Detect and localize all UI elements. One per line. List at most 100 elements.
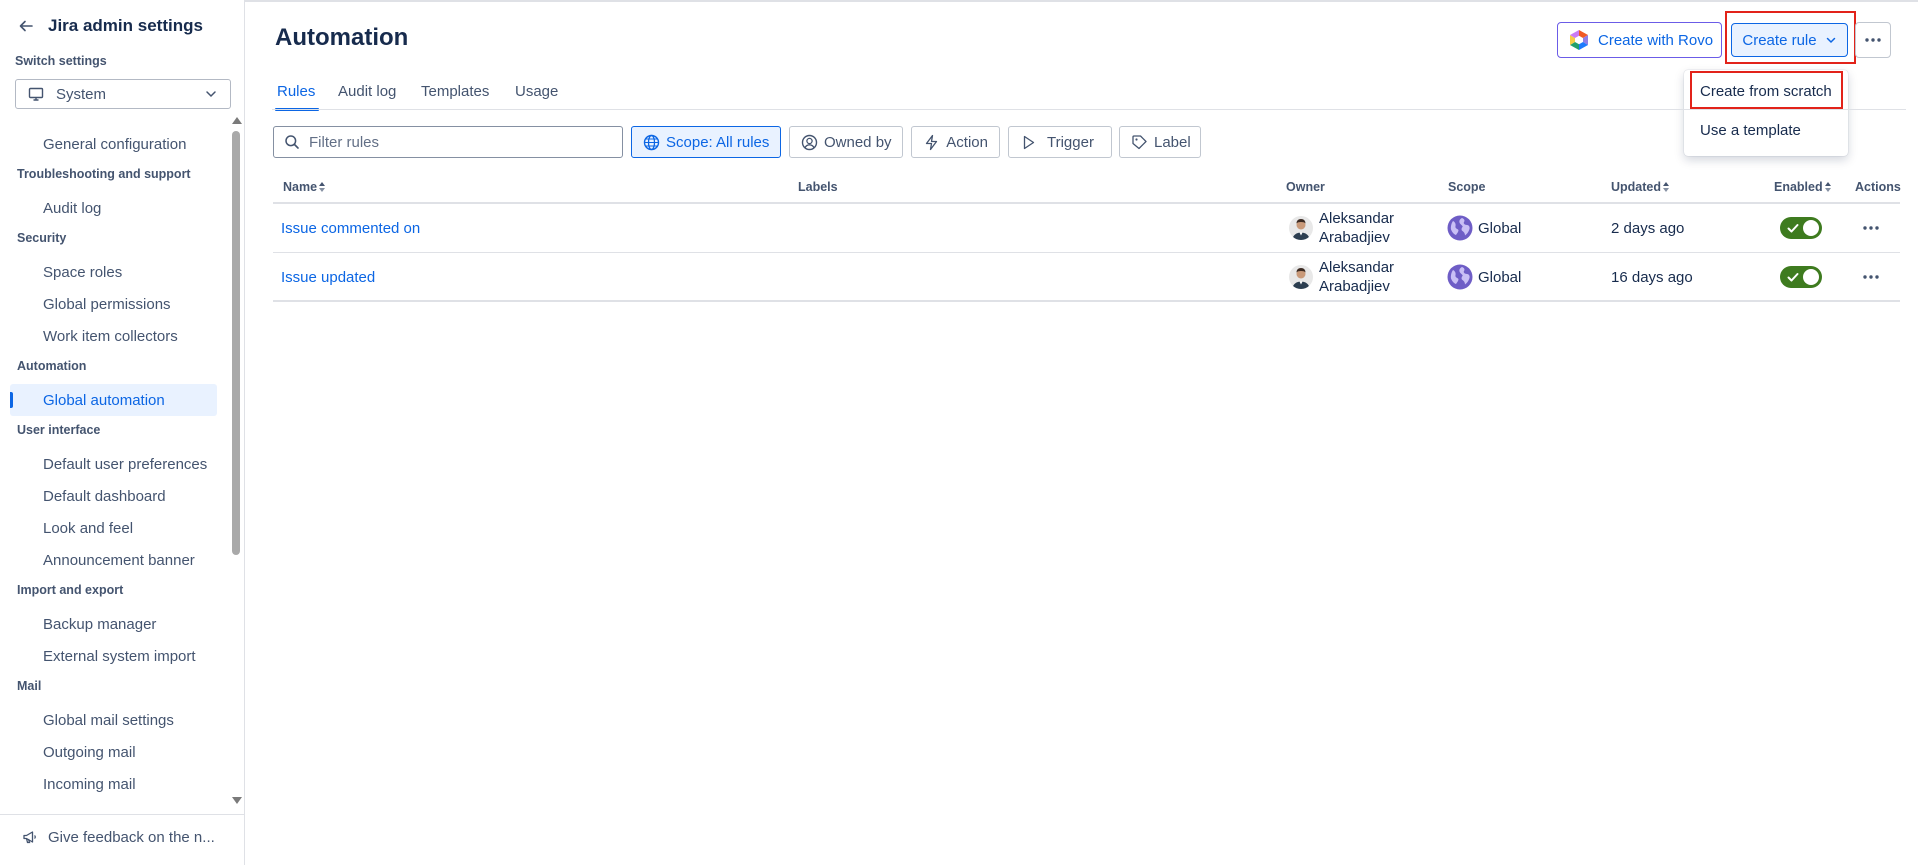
chevron-down-icon [1826,37,1835,44]
more-icon [1865,38,1881,42]
toggle-knob [1803,220,1819,236]
globe-scope-icon [1447,215,1473,241]
filter-rules-field[interactable] [273,126,623,158]
column-header-enabled[interactable]: Enabled [1774,180,1831,194]
more-actions-button[interactable] [1855,22,1891,58]
owned-by-filter-label: Owned by [824,133,892,151]
tabs-divider [272,109,1906,110]
tab-templates[interactable]: Templates [421,83,489,111]
create-with-rovo-label: Create with Rovo [1598,31,1714,49]
check-icon [1787,273,1799,282]
play-icon [1020,133,1038,151]
sidebar-section-security: Security [17,231,67,245]
filter-rules-input[interactable] [309,133,609,151]
trigger-filter-button[interactable]: Trigger [1008,126,1112,158]
rovo-icon [1570,30,1588,50]
column-header-scope: Scope [1448,180,1486,194]
column-header-labels: Labels [798,180,838,194]
sidebar-item-global-automation[interactable]: Global automation [10,384,217,416]
rule-name-link[interactable]: Issue commented on [281,220,420,237]
column-header-name[interactable]: Name [283,180,326,194]
enabled-toggle[interactable] [1780,266,1822,288]
sidebar-item-announcement-banner[interactable]: Announcement banner [10,544,217,576]
sidebar-item-space-roles[interactable]: Space roles [10,256,217,288]
switch-settings-label: Switch settings [15,54,107,68]
action-filter-label: Action [946,133,988,151]
scope-filter-button[interactable]: Scope: All rules [631,126,781,158]
sidebar-item-audit-log[interactable]: Audit log [10,192,217,224]
action-filter-button[interactable]: Action [911,126,1000,158]
sidebar-item-incoming-mail[interactable]: Incoming mail [10,768,217,800]
sidebar-item-global-mail-settings[interactable]: Global mail settings [10,704,217,736]
create-with-rovo-button[interactable]: Create with Rovo [1557,22,1722,58]
scroll-down-arrow[interactable] [232,797,242,804]
create-rule-button[interactable]: Create rule [1731,23,1848,57]
label-filter-label: Label [1154,133,1191,151]
sidebar-section-import-export: Import and export [17,583,124,597]
sidebar-scrollbar[interactable] [231,117,242,807]
owned-by-filter-button[interactable]: Owned by [789,126,903,158]
owner-first-name: Aleksandar [1319,210,1395,227]
sidebar-item-external-system-import[interactable]: External system import [10,640,217,672]
scope-value: Global [1478,268,1522,286]
sidebar-item-backup-manager[interactable]: Backup manager [10,608,217,640]
use-template-item[interactable]: Use a template [1684,112,1848,148]
tab-audit-log[interactable]: Audit log [338,83,396,111]
megaphone-icon [22,828,40,846]
tab-rules[interactable]: Rules [274,83,320,111]
search-icon [284,134,300,150]
owner-first-name: Aleksandar [1319,259,1395,276]
sidebar-section-troubleshooting: Troubleshooting and support [17,167,191,181]
sort-icon [319,182,326,192]
column-header-updated[interactable]: Updated [1611,180,1669,194]
row-actions-button[interactable] [1855,212,1887,244]
label-filter-button[interactable]: Label [1119,126,1201,158]
sort-icon [1824,182,1831,192]
sort-icon [1663,182,1669,192]
column-header-actions: Actions [1855,180,1901,194]
sidebar-item-outgoing-mail[interactable]: Outgoing mail [10,736,217,768]
create-from-scratch-highlight [1690,71,1843,109]
lightning-icon [923,133,940,151]
updated-value: 16 days ago [1611,268,1693,286]
scope-value: Global [1478,219,1522,237]
feedback-button[interactable]: Give feedback on the n... [0,814,244,859]
table-row: Issue updated Aleksandar Arabadjiev Globa… [273,253,1900,302]
scroll-thumb[interactable] [232,131,240,555]
sidebar-item-work-item-collectors[interactable]: Work item collectors [10,320,217,352]
user-circle-icon [801,133,818,151]
avatar [1289,216,1313,240]
sidebar-section-user-interface: User interface [17,423,101,437]
table-row: Issue commented on Aleksandar Arabadjiev … [273,204,1900,253]
column-header-updated-label: Updated [1611,180,1661,194]
toggle-knob [1803,269,1819,285]
page-title: Automation [275,24,409,51]
arrow-left-icon[interactable] [18,17,36,35]
sidebar-section-mail: Mail [17,679,42,693]
sidebar-item-general-configuration[interactable]: General configuration [10,128,217,160]
sidebar-item-look-and-feel[interactable]: Look and feel [10,512,217,544]
switch-settings-select[interactable]: System [15,79,231,109]
row-actions-button[interactable] [1855,261,1887,293]
monitor-icon [28,86,44,102]
enabled-toggle[interactable] [1780,217,1822,239]
more-icon [1863,226,1879,230]
sidebar-nav: General configuration Troubleshooting an… [0,125,232,808]
scroll-up-arrow[interactable] [232,117,242,124]
sidebar-item-global-permissions[interactable]: Global permissions [10,288,217,320]
globe-scope-icon [1447,264,1473,290]
sidebar-item-default-dashboard[interactable]: Default dashboard [10,480,217,512]
column-header-name-label: Name [283,180,318,194]
owner-last-name: Arabadjiev [1319,278,1390,295]
tab-usage[interactable]: Usage [515,83,558,111]
sidebar-item-default-user-preferences[interactable]: Default user preferences [10,448,217,480]
tag-icon [1131,133,1148,151]
sidebar-header: Jira admin settings [0,0,244,52]
check-icon [1787,224,1799,233]
rule-name-link[interactable]: Issue updated [281,269,375,286]
sidebar: Jira admin settings Switch settings Syst… [0,0,245,865]
owner-last-name: Arabadjiev [1319,229,1390,246]
top-divider [245,0,1918,2]
scope-filter-label: Scope: All rules [666,133,770,151]
switch-settings-value: System [56,85,107,103]
